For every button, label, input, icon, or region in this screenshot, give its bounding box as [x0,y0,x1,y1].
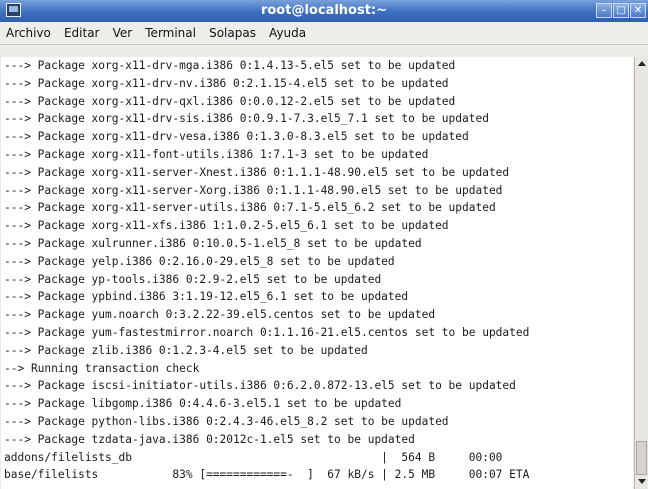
terminal-line: ---> Package yum-fastestmirror.noarch 0:… [4,325,530,339]
terminal-line: ---> Package xorg-x11-drv-mga.i386 0:1.4… [4,59,456,72]
terminal-line: ---> Package xorg-x11-xfs.i386 1:1.0.2-5… [4,219,449,233]
terminal-line: --> Running transaction check [4,361,200,375]
menu-terminal-label: Terminal [145,26,196,40]
terminal-line: ---> Package xorg-x11-server-Xorg.i386 0… [4,183,503,197]
terminal-line: ---> Package xorg-x11-drv-nv.i386 0:2.1.… [4,76,449,90]
terminal-line: ---> Package xorg-x11-drv-vesa.i386 0:1.… [4,130,469,144]
close-button[interactable]: ✕ [630,3,646,18]
terminal-line: ---> Package xorg-x11-font-utils.i386 1:… [4,147,429,161]
terminal-line: ---> Package yp-tools.i386 0:2.9-2.el5 s… [4,272,382,286]
window-title: root@localhost:~ [260,3,388,18]
menu-solapas[interactable]: Solapas [205,22,260,40]
terminal-output[interactable]: ---> Package xorg-x11-drv-mga.i386 0:1.4… [1,57,633,489]
maximize-button[interactable]: □ [613,3,629,18]
menu-terminal[interactable]: Terminal [141,22,200,40]
terminal-line: ---> Package tzdata-java.i386 0:2012c-1.… [4,432,415,446]
menu-ver-label: Ver [112,26,133,40]
menu-bar: Archivo Editar Ver Terminal Solapas Ayud… [0,22,648,45]
terminal-line: ---> Package yelp.i386 0:2.16.0-29.el5_8… [4,254,395,268]
terminal-line: ---> Package python-libs.i386 0:2.4.3-46… [4,414,449,428]
terminal-line: ---> Package xulrunner.i386 0:10.0.5-1.e… [4,236,422,250]
menu-archivo-label: Archivo [6,26,51,40]
terminal-line: ---> Package iscsi-initiator-utils.i386 … [4,379,516,393]
terminal-line: ---> Package yum.noarch 0:3.2.22-39.el5.… [4,308,436,322]
terminal-line: ---> Package xorg-x11-server-Xnest.i386 … [4,165,510,179]
menu-editar-label: Editar [63,26,100,40]
title-bar[interactable]: root@localhost:~ – □ ✕ [0,0,648,22]
scroll-down-arrow-icon[interactable] [635,475,648,489]
minimize-button[interactable]: – [596,3,612,18]
terminal-line: addons/filelists_db | 564 B 00:00 [4,450,503,464]
vertical-scrollbar[interactable] [634,57,648,489]
terminal-window: root@localhost:~ – □ ✕ Archivo Editar Ve… [0,0,648,489]
terminal-line: ---> Package xorg-x11-drv-sis.i386 0:0.9… [4,112,489,126]
scrollbar-thumb[interactable] [636,441,647,475]
menu-ver[interactable]: Ver [109,22,137,40]
terminal-line: ---> Package ypbind.i386 3:1.19-12.el5_6… [4,290,409,304]
terminal-line: ---> Package xorg-x11-server-utils.i386 … [4,201,496,215]
menu-solapas-label: Solapas [209,26,256,40]
menu-archivo[interactable]: Archivo [2,22,55,40]
menu-editar[interactable]: Editar [60,22,104,40]
terminal-line: ---> Package zlib.i386 0:1.2.3-4.el5 set… [4,343,368,357]
menu-ayuda-label: Ayuda [269,26,307,40]
scroll-up-arrow-icon[interactable] [635,57,648,71]
menu-ayuda[interactable]: Ayuda [265,22,310,40]
terminal-line: base/filelists 83% [============- ] 67 k… [4,468,530,482]
terminal-line: ---> Package xorg-x11-drv-qxl.i386 0:0.0… [4,94,456,108]
terminal-line: ---> Package libgomp.i386 0:4.4.6-3.el5.… [4,397,402,411]
